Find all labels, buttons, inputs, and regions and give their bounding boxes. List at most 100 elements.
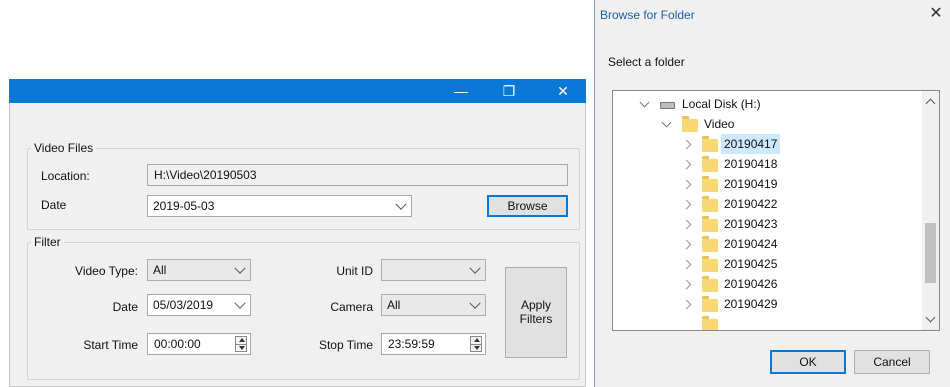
tree-item-folder[interactable]: 20190422 bbox=[613, 194, 923, 214]
tree-item-label: Local Disk (H:) bbox=[682, 97, 761, 111]
apply-filters-label-line1: Apply bbox=[520, 298, 552, 312]
folder-tree[interactable]: Local Disk (H:) Video 20190417 20190418 … bbox=[612, 90, 940, 331]
tree-item-folder-partial[interactable] bbox=[613, 314, 923, 330]
tree-item-label: 20190425 bbox=[724, 257, 778, 271]
folder-icon bbox=[702, 136, 718, 152]
tree-item-drive[interactable]: Local Disk (H:) bbox=[613, 94, 923, 114]
tree-item-label: 20190422 bbox=[724, 197, 778, 211]
restore-icon: ❐ bbox=[502, 83, 516, 99]
stop-time-spinner[interactable] bbox=[470, 336, 482, 352]
chevron-down-icon bbox=[469, 262, 481, 274]
start-time-value: 00:00:00 bbox=[154, 337, 201, 351]
filter-date-value: 05/03/2019 bbox=[153, 298, 214, 312]
scrollbar-thumb[interactable] bbox=[925, 223, 936, 283]
chevron-down-icon bbox=[395, 198, 407, 210]
tree-item-folder[interactable]: 20190425 bbox=[613, 254, 923, 274]
tree-item-label: 20190424 bbox=[724, 237, 778, 251]
spin-down-icon bbox=[474, 346, 480, 350]
folder-icon bbox=[682, 116, 698, 132]
chevron-right-icon[interactable] bbox=[681, 239, 692, 250]
minimize-button[interactable]: — bbox=[439, 79, 483, 103]
stop-time-value: 23:59:59 bbox=[388, 337, 435, 351]
apply-filters-label-line2: Filters bbox=[519, 312, 553, 326]
tree-item-folder[interactable]: 20190418 bbox=[613, 154, 923, 174]
folder-icon bbox=[702, 236, 718, 252]
stop-time-field[interactable]: 23:59:59 bbox=[381, 333, 486, 355]
chevron-right-icon[interactable] bbox=[681, 279, 692, 290]
chevron-right-icon[interactable] bbox=[681, 199, 692, 210]
tree-item-folder[interactable]: 20190426 bbox=[613, 274, 923, 294]
tree-item-label: 20190423 bbox=[724, 217, 778, 231]
tree-item-video[interactable]: Video bbox=[613, 114, 923, 134]
dialog-instruction: Select a folder bbox=[608, 55, 685, 69]
ok-button[interactable]: OK bbox=[770, 350, 846, 374]
chevron-right-icon[interactable] bbox=[681, 159, 692, 170]
start-time-spinner[interactable] bbox=[235, 336, 247, 352]
unit-id-select[interactable] bbox=[381, 259, 486, 281]
scroll-up-icon[interactable] bbox=[925, 98, 936, 109]
video-type-label: Video Type: bbox=[75, 264, 138, 278]
camera-select[interactable]: All bbox=[381, 294, 486, 316]
folder-icon bbox=[702, 256, 718, 272]
main-window-titlebar[interactable]: — ❐ ✕ bbox=[9, 79, 586, 103]
browse-folder-dialog: Browse for Folder ✕ Select a folder Loca… bbox=[594, 0, 950, 387]
chevron-right-icon[interactable] bbox=[681, 219, 692, 230]
close-icon[interactable]: ✕ bbox=[927, 5, 945, 23]
chevron-down-icon bbox=[234, 297, 246, 309]
location-field[interactable]: H:\Video\20190503 bbox=[147, 164, 568, 186]
chevron-down-icon[interactable] bbox=[661, 117, 672, 128]
filter-date-label: Date bbox=[112, 300, 138, 314]
spin-up-icon bbox=[239, 338, 245, 342]
folder-icon bbox=[702, 216, 718, 232]
chevron-right-icon[interactable] bbox=[681, 299, 692, 310]
video-type-select[interactable]: All bbox=[147, 259, 251, 281]
browse-button[interactable]: Browse bbox=[487, 195, 568, 217]
chevron-down-icon bbox=[234, 262, 246, 274]
apply-filters-button[interactable]: Apply Filters bbox=[505, 267, 567, 358]
main-window-body: Video Files Location: H:\Video\20190503 … bbox=[9, 103, 586, 387]
video-type-value: All bbox=[153, 263, 167, 277]
tree-item-folder[interactable]: 20190429 bbox=[613, 294, 923, 314]
tree-item-folder[interactable]: 20190424 bbox=[613, 234, 923, 254]
chevron-right-icon[interactable] bbox=[681, 259, 692, 270]
start-time-field[interactable]: 00:00:00 bbox=[147, 333, 251, 355]
dialog-title: Browse for Folder bbox=[600, 8, 695, 22]
date-select[interactable]: 2019-05-03 bbox=[147, 195, 412, 217]
stop-time-label: Stop Time bbox=[318, 338, 373, 352]
date-label: Date bbox=[41, 198, 67, 212]
tree-item-label: 20190418 bbox=[724, 157, 778, 171]
tree-scrollbar[interactable] bbox=[922, 91, 939, 330]
video-files-group-label: Video Files bbox=[31, 141, 97, 155]
tree-item-label: 20190429 bbox=[724, 297, 778, 311]
close-icon: ✕ bbox=[557, 83, 569, 99]
location-label: Location: bbox=[41, 169, 90, 183]
folder-icon bbox=[702, 276, 718, 292]
minimize-icon: — bbox=[454, 83, 468, 99]
tree-item-label: 20190419 bbox=[724, 177, 778, 191]
video-files-group bbox=[27, 148, 580, 230]
restore-button[interactable]: ❐ bbox=[487, 79, 531, 103]
scroll-down-icon[interactable] bbox=[925, 312, 936, 323]
cancel-button[interactable]: Cancel bbox=[854, 350, 930, 374]
filter-group-label: Filter bbox=[31, 235, 64, 249]
dialog-titlebar[interactable]: Browse for Folder ✕ bbox=[595, 0, 950, 30]
unit-id-label: Unit ID bbox=[336, 264, 373, 278]
tree-item-label: 20190417 bbox=[721, 134, 781, 154]
start-time-label: Start Time bbox=[83, 338, 138, 352]
drive-icon bbox=[660, 102, 675, 109]
chevron-right-icon[interactable] bbox=[681, 139, 692, 150]
tree-item-folder[interactable]: 20190417 bbox=[613, 134, 923, 154]
folder-icon bbox=[702, 196, 718, 212]
folder-icon bbox=[702, 296, 718, 312]
tree-item-label: Video bbox=[704, 117, 735, 131]
tree-item-folder[interactable]: 20190419 bbox=[613, 174, 923, 194]
close-button[interactable]: ✕ bbox=[541, 79, 585, 103]
camera-value: All bbox=[387, 298, 401, 312]
filter-date-picker[interactable]: 05/03/2019 bbox=[147, 294, 251, 316]
date-select-value: 2019-05-03 bbox=[153, 199, 215, 213]
tree-item-folder[interactable]: 20190423 bbox=[613, 214, 923, 234]
chevron-right-icon[interactable] bbox=[681, 179, 692, 190]
spin-up-icon bbox=[474, 338, 480, 342]
chevron-down-icon[interactable] bbox=[639, 97, 650, 108]
spin-down-icon bbox=[239, 346, 245, 350]
